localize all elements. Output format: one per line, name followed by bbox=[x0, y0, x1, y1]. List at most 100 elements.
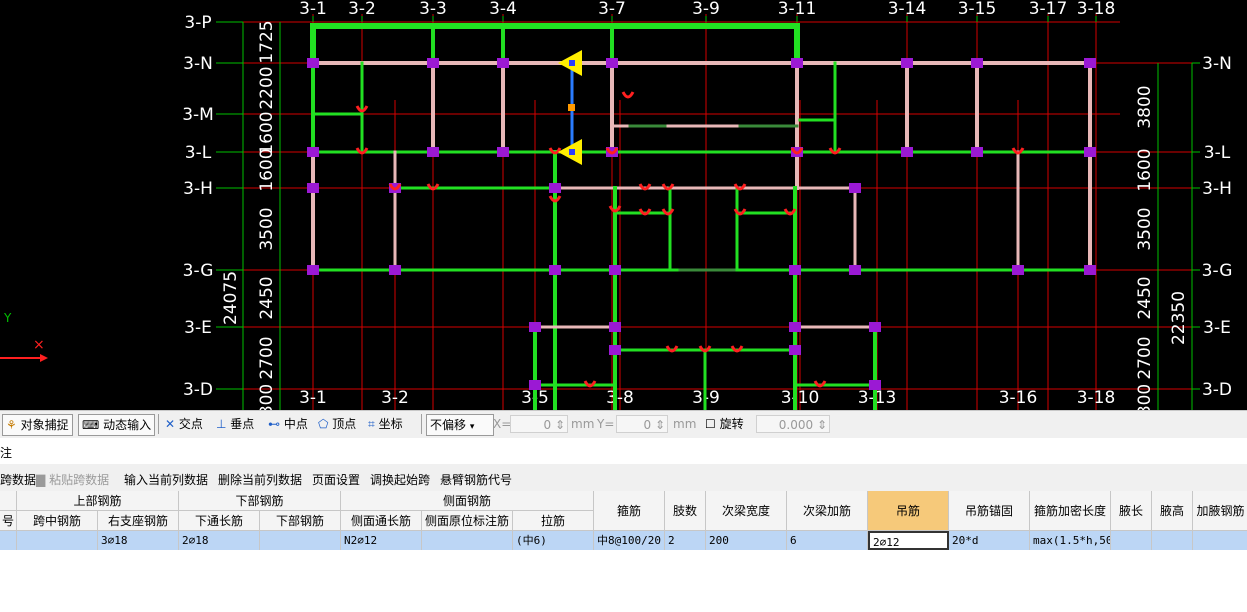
rotate-input[interactable]: 0.000 ⇕ bbox=[756, 415, 830, 433]
header-hanger-anchor[interactable]: 吊筋锚固 bbox=[949, 491, 1030, 531]
header-legs[interactable]: 肢数 bbox=[665, 491, 706, 531]
axis-label-left: 3-M bbox=[182, 105, 214, 125]
header-haunch-rebar[interactable]: 加腋钢筋 bbox=[1193, 491, 1247, 531]
dimension-text: 1725 bbox=[257, 20, 277, 63]
vertex-snap-button[interactable]: ⬠ 顶点 bbox=[318, 414, 356, 434]
header-cell-sub[interactable]: 拉筋 bbox=[513, 511, 594, 531]
header-haunch-height[interactable]: 腋高 bbox=[1152, 491, 1193, 531]
dimension-text: 2450 bbox=[1135, 276, 1155, 319]
selection-grip-center bbox=[569, 60, 575, 66]
table-cell[interactable]: 3⌀18 bbox=[98, 531, 179, 550]
header-secondary-beam-width[interactable]: 次梁宽度 bbox=[706, 491, 787, 531]
header-cell-sub[interactable]: 下通长筋 bbox=[179, 511, 260, 531]
midpoint-snap-button[interactable]: ⊷ 中点 bbox=[268, 414, 308, 434]
object-snap-button[interactable]: ⚘ 对象捕捉 bbox=[2, 414, 73, 436]
header-cell-sub[interactable]: 跨中钢筋 bbox=[17, 511, 98, 531]
floor-plan-drawing[interactable]: 3-1 3-2 3-3 3-4 3-7 3-9 3-11 3-14 3-15 3-17 3-183-… bbox=[0, 0, 1247, 410]
header-cell-sub[interactable]: 下部钢筋 bbox=[260, 511, 341, 531]
column bbox=[606, 58, 618, 68]
dimension-text: 1600 bbox=[257, 148, 277, 191]
keyboard-icon: ⌨ bbox=[82, 418, 100, 432]
vertex-icon: ⬠ bbox=[318, 417, 329, 431]
dimension-text: 1600 bbox=[257, 111, 277, 154]
header-cell-sub[interactable]: 右支座钢筋 bbox=[98, 511, 179, 531]
dimension-text: 2700 bbox=[1135, 336, 1155, 379]
coordinate-snap-button[interactable]: ⌗ 坐标 bbox=[368, 414, 403, 434]
table-cell[interactable] bbox=[260, 531, 341, 550]
axis-label-bottom: 3-2 bbox=[381, 388, 409, 408]
axis-label-left: 3-G bbox=[183, 261, 214, 281]
axis-label-bottom: 3-1 bbox=[299, 388, 327, 408]
x-offset-input[interactable]: 0 ⇕ bbox=[510, 415, 568, 433]
y-offset-input[interactable]: 0 ⇕ bbox=[616, 415, 668, 433]
header-group-top-rebar[interactable]: 上部钢筋 bbox=[17, 491, 179, 511]
table-cell[interactable] bbox=[1111, 531, 1152, 550]
table-cell[interactable]: max(1.5*h,50 bbox=[1030, 531, 1111, 550]
header-haunch-length[interactable]: 腋长 bbox=[1111, 491, 1152, 531]
table-cell[interactable]: 6 bbox=[787, 531, 868, 550]
column bbox=[869, 322, 881, 332]
table-cell[interactable]: 2 bbox=[665, 531, 706, 550]
column bbox=[307, 265, 319, 275]
header-cell-sub[interactable]: 侧面通长筋 bbox=[341, 511, 422, 531]
header-stirrup-dense-length[interactable]: 箍筋加密长度 bbox=[1030, 491, 1111, 531]
header-cell[interactable] bbox=[0, 491, 17, 511]
axis-label-bottom: 3-18 bbox=[1077, 388, 1116, 408]
table-cell[interactable]: 中8@100/20 bbox=[594, 531, 665, 550]
insert-column-button[interactable]: 输入当前列数据 bbox=[124, 471, 208, 488]
header-group-side-rebar[interactable]: 侧面钢筋 bbox=[341, 491, 594, 511]
axis-label-left: 3-P bbox=[184, 13, 211, 33]
table-cell[interactable]: 200 bbox=[706, 531, 787, 550]
offset-mode-select[interactable]: 不偏移 ▾ bbox=[426, 414, 494, 436]
header-cell-sub[interactable]: 号 bbox=[0, 511, 17, 531]
perpendicular-snap-button[interactable]: ⊥ 垂点 bbox=[216, 414, 254, 434]
dimension-text: 800 bbox=[257, 384, 277, 410]
header-stirrup[interactable]: 箍筋 bbox=[594, 491, 665, 531]
header-hanger[interactable]: 吊筋 bbox=[868, 491, 949, 531]
swap-start-span-button[interactable]: 调换起始跨 bbox=[370, 471, 430, 488]
copy-span-button[interactable]: 跨数据 bbox=[0, 471, 36, 488]
paste-icon: ▇ bbox=[36, 473, 46, 487]
table-cell[interactable]: 20*d bbox=[949, 531, 1030, 550]
ucs-x-arrow bbox=[40, 354, 48, 362]
rotate-checkbox[interactable]: ☐ 旋转 bbox=[705, 414, 744, 434]
delete-column-button[interactable]: 删除当前列数据 bbox=[218, 471, 302, 488]
column bbox=[307, 183, 319, 193]
axis-label-right: 3-H bbox=[1202, 179, 1232, 199]
table-cell[interactable] bbox=[1193, 531, 1247, 550]
dimension-text: 3500 bbox=[1135, 207, 1155, 250]
header-group-bottom-rebar[interactable]: 下部钢筋 bbox=[179, 491, 341, 511]
table-cell[interactable] bbox=[1152, 531, 1193, 550]
table-cell[interactable]: 2⌀18 bbox=[179, 531, 260, 550]
table-cell[interactable] bbox=[0, 531, 17, 550]
table-cell-selected[interactable]: 2⌀12 bbox=[868, 531, 949, 550]
header-cell-sub[interactable]: 侧面原位标注筋 bbox=[422, 511, 513, 531]
column bbox=[849, 183, 861, 193]
dynamic-input-button[interactable]: ⌨ 动态输入 bbox=[78, 414, 156, 436]
table-cell[interactable] bbox=[17, 531, 98, 550]
column bbox=[789, 322, 801, 332]
header-secondary-beam-extra[interactable]: 次梁加筋 bbox=[787, 491, 868, 531]
dimension-text: 3800 bbox=[1135, 85, 1155, 128]
cad-drawing-canvas[interactable]: 3-1 3-2 3-3 3-4 3-7 3-9 3-11 3-14 3-15 3-17 3-18 3-… bbox=[0, 0, 1247, 410]
y-offset-label: Y= bbox=[597, 417, 615, 431]
selection-grip-mid bbox=[568, 104, 575, 111]
rebar-table[interactable]: 上部钢筋 下部钢筋 侧面钢筋号跨中钢筋 右支座钢筋 下通长筋 下部钢筋 侧面通长筋 侧面原位标… bbox=[0, 491, 1247, 612]
dimension-total-text: 22350 bbox=[1169, 291, 1189, 345]
column bbox=[789, 345, 801, 355]
table-cell[interactable]: N2⌀12 bbox=[341, 531, 422, 550]
intersection-snap-button[interactable]: ✕ 交点 bbox=[165, 414, 203, 434]
cantilever-code-button[interactable]: 悬臂钢筋代号 bbox=[440, 471, 512, 488]
page-setup-button[interactable]: 页面设置 bbox=[312, 471, 360, 488]
table-cell[interactable] bbox=[422, 531, 513, 550]
paste-span-button[interactable]: ▇ 粘贴跨数据 bbox=[36, 471, 109, 488]
column bbox=[971, 147, 983, 157]
dimension-text: 2200 bbox=[257, 66, 277, 109]
table-cell[interactable]: (中6) bbox=[513, 531, 594, 550]
column bbox=[307, 58, 319, 68]
snap-toolbar: ⚘ 对象捕捉 ⌨ 动态输入 ✕ 交点 ⊥ 垂点 ⊷ 中点 ⬠ 顶点 ⌗ 坐标 不… bbox=[0, 410, 1247, 439]
column bbox=[791, 58, 803, 68]
column bbox=[529, 322, 541, 332]
column bbox=[849, 265, 861, 275]
ucs-y-label: Y bbox=[3, 311, 12, 325]
